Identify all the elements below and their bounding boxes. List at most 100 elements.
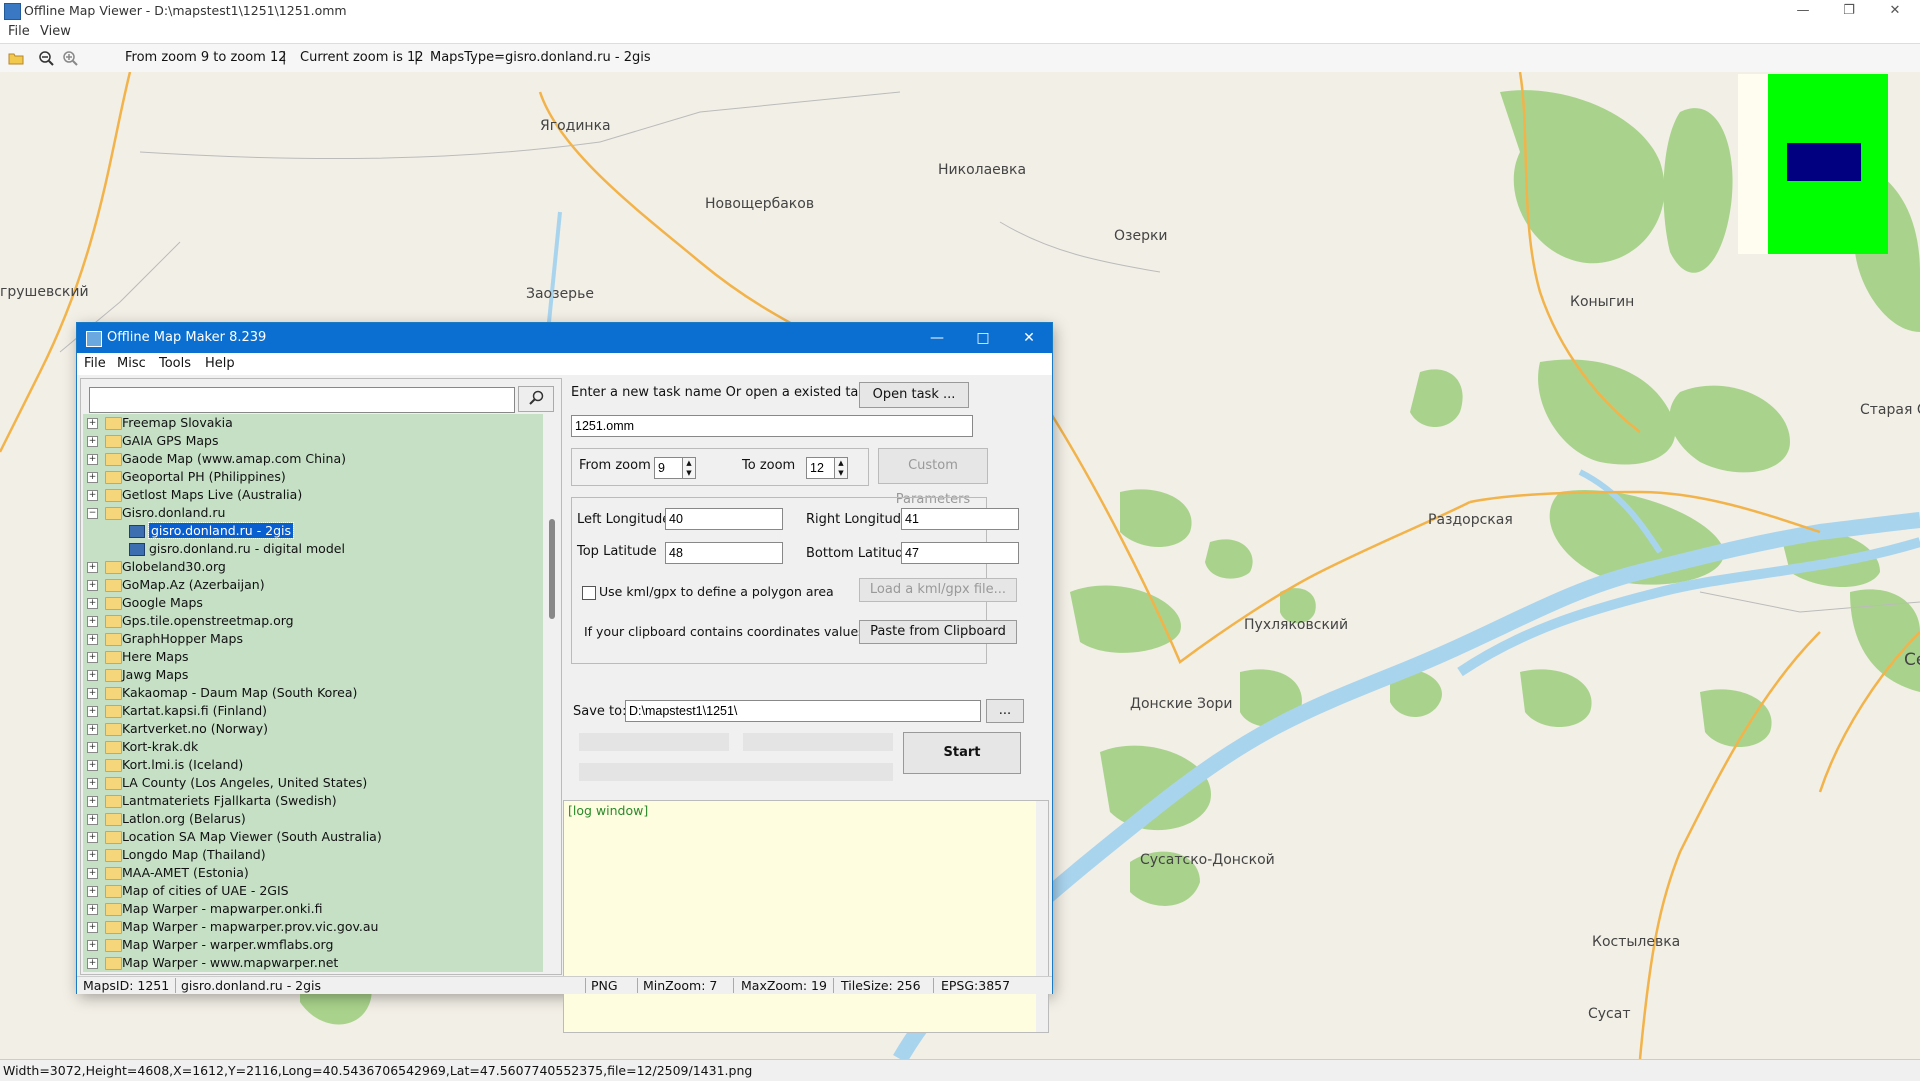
expand-icon[interactable]: + xyxy=(87,490,98,501)
tree-folder-item[interactable]: + Gps.tile.openstreetmap.org xyxy=(83,612,543,630)
expand-icon[interactable]: + xyxy=(87,472,98,483)
tree-folder-item[interactable]: + MAA-AMET (Estonia) xyxy=(83,864,543,882)
expand-icon[interactable]: + xyxy=(87,742,98,753)
expand-icon[interactable]: + xyxy=(87,418,98,429)
save-to-input[interactable] xyxy=(625,700,981,722)
expand-icon[interactable]: + xyxy=(87,868,98,879)
paste-clipboard-button[interactable]: Paste from Clipboard xyxy=(859,620,1017,644)
task-name-input[interactable] xyxy=(571,415,973,437)
tree-folder-item[interactable]: + Kort-krak.dk xyxy=(83,738,543,756)
tree-folder-item[interactable]: + Map Warper - www.mapwarper.net xyxy=(83,954,543,972)
tree-folder-item[interactable]: + Here Maps xyxy=(83,648,543,666)
from-zoom-input[interactable] xyxy=(654,457,682,479)
tree-folder-item[interactable]: + Freemap Slovakia xyxy=(83,414,543,432)
menu-file[interactable]: File xyxy=(8,24,30,39)
expand-icon[interactable]: + xyxy=(87,670,98,681)
expand-icon[interactable]: + xyxy=(87,688,98,699)
log-window[interactable]: [log window] xyxy=(563,800,1049,1033)
tree-folder-item[interactable]: + Jawg Maps xyxy=(83,666,543,684)
start-button[interactable]: Start xyxy=(903,732,1021,774)
tree-folder-item[interactable]: − Gisro.donland.ru xyxy=(83,504,543,522)
tree-folder-item[interactable]: + Kartat.kapsi.fi (Finland) xyxy=(83,702,543,720)
bottom-latitude-input[interactable] xyxy=(901,542,1019,564)
expand-icon[interactable]: + xyxy=(87,886,98,897)
tree-folder-item[interactable]: + Longdo Map (Thailand) xyxy=(83,846,543,864)
dialog-maximize-button[interactable]: □ xyxy=(960,323,1006,353)
expand-icon[interactable]: + xyxy=(87,958,98,969)
expand-icon[interactable]: + xyxy=(87,796,98,807)
expand-icon[interactable]: + xyxy=(87,436,98,447)
dialog-menu-misc[interactable]: Misc xyxy=(117,356,146,371)
expand-icon[interactable]: + xyxy=(87,778,98,789)
collapse-icon[interactable]: − xyxy=(87,508,98,519)
search-button[interactable] xyxy=(518,386,554,412)
zoom-in-icon[interactable] xyxy=(62,50,78,66)
expand-icon[interactable]: + xyxy=(87,562,98,573)
left-longitude-input[interactable] xyxy=(665,508,783,530)
tree-folder-item[interactable]: + Map of cities of UAE - 2GIS xyxy=(83,882,543,900)
tree-folder-item[interactable]: + Map Warper - mapwarper.onki.fi xyxy=(83,900,543,918)
tree-folder-item[interactable]: + GoMap.Az (Azerbaijan) xyxy=(83,576,543,594)
expand-icon[interactable]: + xyxy=(87,724,98,735)
map-search-input[interactable] xyxy=(89,387,515,413)
tree-folder-item[interactable]: + Globeland30.org xyxy=(83,558,543,576)
minimize-button[interactable]: — xyxy=(1780,0,1826,22)
tree-scrollbar-thumb[interactable] xyxy=(549,519,555,619)
expand-icon[interactable]: + xyxy=(87,760,98,771)
tree-folder-item[interactable]: + Kort.lmi.is (Iceland) xyxy=(83,756,543,774)
tree-folder-item[interactable]: + Map Warper - mapwarper.prov.vic.gov.au xyxy=(83,918,543,936)
to-zoom-spinner[interactable]: ▲ ▼ xyxy=(834,457,848,479)
custom-parameters-button[interactable]: Custom Parameters xyxy=(878,448,988,507)
expand-icon[interactable]: + xyxy=(87,922,98,933)
tree-folder-item[interactable]: + Geoportal PH (Philippines) xyxy=(83,468,543,486)
tree-folder-item[interactable]: + Gaode Map (www.amap.com China) xyxy=(83,450,543,468)
top-latitude-input[interactable] xyxy=(665,542,783,564)
tree-folder-item[interactable]: + Location SA Map Viewer (South Australia… xyxy=(83,828,543,846)
load-kml-button[interactable]: Load a kml/gpx file... xyxy=(859,578,1017,602)
open-folder-icon[interactable] xyxy=(8,50,24,66)
expand-icon[interactable]: + xyxy=(87,832,98,843)
zoom-out-icon[interactable] xyxy=(38,50,54,66)
tree-folder-item[interactable]: + GraphHopper Maps xyxy=(83,630,543,648)
tree-folder-item[interactable]: + Map Warper - warper.wmflabs.org xyxy=(83,936,543,954)
tree-map-item[interactable]: gisro.donland.ru - 2gis xyxy=(83,522,543,540)
expand-icon[interactable]: + xyxy=(87,598,98,609)
expand-icon[interactable]: + xyxy=(87,706,98,717)
tree-folder-item[interactable]: + Lantmateriets Fjallkarta (Swedish) xyxy=(83,792,543,810)
expand-icon[interactable]: + xyxy=(87,814,98,825)
to-zoom-input[interactable] xyxy=(806,457,834,479)
expand-icon[interactable]: + xyxy=(87,616,98,627)
tree-folder-item[interactable]: + Latlon.org (Belarus) xyxy=(83,810,543,828)
tree-scrollbar[interactable] xyxy=(547,414,559,972)
restore-button[interactable]: ❐ xyxy=(1826,0,1872,22)
dialog-menu-file[interactable]: File xyxy=(84,356,106,371)
tree-folder-item[interactable]: + Google Maps xyxy=(83,594,543,612)
close-button[interactable]: ✕ xyxy=(1872,0,1918,22)
dialog-close-button[interactable]: ✕ xyxy=(1006,323,1052,353)
expand-icon[interactable]: + xyxy=(87,580,98,591)
tree-folder-item[interactable]: + Kakaomap - Daum Map (South Korea) xyxy=(83,684,543,702)
expand-icon[interactable]: + xyxy=(87,652,98,663)
kml-checkbox[interactable] xyxy=(582,586,596,600)
expand-icon[interactable]: + xyxy=(87,940,98,951)
expand-icon[interactable]: + xyxy=(87,454,98,465)
tree-folder-item[interactable]: + LA County (Los Angeles, United States) xyxy=(83,774,543,792)
browse-button[interactable]: ... xyxy=(986,699,1024,723)
open-task-button[interactable]: Open task ... xyxy=(859,382,969,408)
expand-icon[interactable]: + xyxy=(87,634,98,645)
expand-icon[interactable]: + xyxy=(87,904,98,915)
dialog-minimize-button[interactable]: — xyxy=(914,323,960,353)
right-longitude-input[interactable] xyxy=(901,508,1019,530)
tree-folder-item[interactable]: + Kartverket.no (Norway) xyxy=(83,720,543,738)
minimap[interactable] xyxy=(1738,74,1888,254)
dialog-title-bar[interactable]: Offline Map Maker 8.239 — □ ✕ xyxy=(77,323,1052,353)
tree-folder-item[interactable]: + Getlost Maps Live (Australia) xyxy=(83,486,543,504)
log-scrollbar[interactable] xyxy=(1036,801,1048,1032)
tree-folder-item[interactable]: + GAIA GPS Maps xyxy=(83,432,543,450)
expand-icon[interactable]: + xyxy=(87,850,98,861)
dialog-menu-tools[interactable]: Tools xyxy=(159,356,191,371)
dialog-menu-help[interactable]: Help xyxy=(205,356,235,371)
tree-map-item[interactable]: gisro.donland.ru - digital model xyxy=(83,540,543,558)
menu-view[interactable]: View xyxy=(40,24,71,39)
map-source-tree[interactable]: + Freemap Slovakia + GAIA GPS Maps + Gaode Ma… xyxy=(83,414,543,972)
